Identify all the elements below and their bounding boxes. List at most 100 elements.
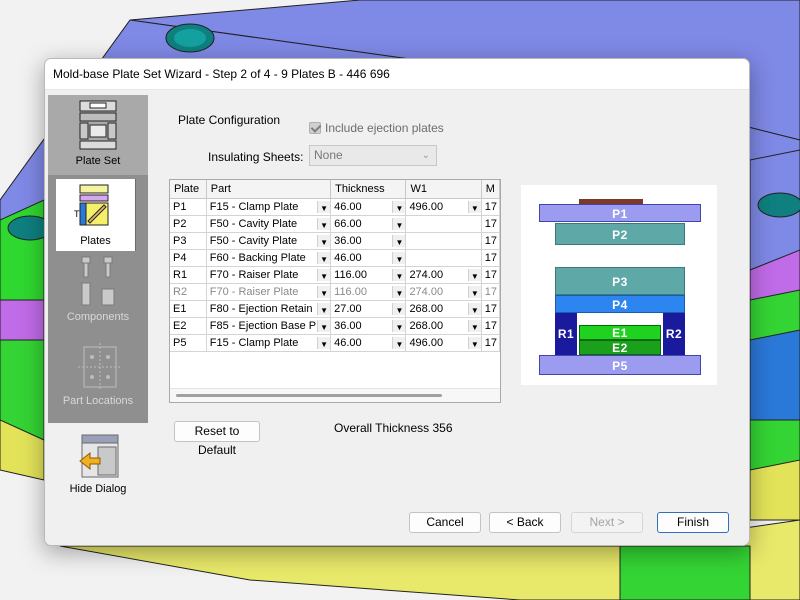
components-icon — [81, 256, 115, 306]
cell-w1[interactable]: ▼ — [405, 249, 482, 267]
column-header-plate[interactable]: Plate — [170, 180, 207, 199]
dropdown-arrow-icon[interactable]: ▼ — [392, 217, 405, 230]
plate-stack-diagram: P1 P2 P3 P4 R1 R2 E1 E2 P5 — [521, 185, 717, 385]
dropdown-arrow-icon[interactable]: ▼ — [392, 336, 405, 349]
table-row[interactable]: P5 F15 - Clamp Plate ▼ 46.00 ▼ 496.00 ▼ 17 — [170, 334, 500, 352]
dropdown-arrow-icon[interactable]: ▼ — [392, 302, 405, 315]
table-row[interactable]: P1 F15 - Clamp Plate ▼ 46.00 ▼ 496.00 ▼ 17 — [170, 198, 500, 216]
plate-e1: E1 — [579, 325, 661, 340]
dropdown-arrow-icon[interactable]: ▼ — [317, 200, 330, 213]
reset-to-default-button[interactable]: Reset to Default — [174, 421, 260, 457]
cell-plate: P3 — [170, 232, 207, 250]
plate-p4: P4 — [555, 295, 685, 313]
cell-m: 17 — [481, 249, 500, 267]
dropdown-arrow-icon[interactable]: ▼ — [317, 336, 330, 349]
cell-part[interactable]: F70 - Raiser Plate ▼ — [206, 266, 332, 284]
dropdown-arrow-icon[interactable]: ▼ — [467, 302, 481, 315]
dropdown-arrow-icon[interactable]: ▼ — [467, 319, 481, 332]
cell-m: 17 — [481, 283, 500, 301]
table-row[interactable]: R1 F70 - Raiser Plate ▼ 116.00 ▼ 274.00 ▼ 17 — [170, 266, 500, 284]
dropdown-arrow-icon[interactable]: ▼ — [317, 251, 330, 264]
column-header-part[interactable]: Part — [206, 180, 332, 199]
plate-label: R2 — [665, 327, 683, 341]
scrollbar-thumb[interactable] — [176, 394, 442, 397]
cell-thickness[interactable]: 46.00 ▼ — [330, 249, 407, 267]
cell-w1[interactable]: 268.00 ▼ — [405, 317, 482, 335]
cell-w1[interactable]: 268.00 ▼ — [405, 300, 482, 318]
next-button: Next > — [571, 512, 643, 533]
finish-button[interactable]: Finish — [657, 512, 729, 533]
cell-plate: P4 — [170, 249, 207, 267]
table-row[interactable]: E1 F80 - Ejection Retain ▼ 27.00 ▼ 268.00 ▼ 17 — [170, 300, 500, 318]
cell-thickness[interactable]: 46.00 ▼ — [330, 198, 407, 216]
back-button[interactable]: < Back — [489, 512, 561, 533]
table-row[interactable]: P3F50 - Cavity Plate▼36.00▼▼17 — [170, 232, 500, 250]
dropdown-arrow-icon[interactable]: ▼ — [317, 319, 330, 332]
sidebar-item-plates[interactable]: T Plates — [56, 179, 136, 251]
cell-plate: P2 — [170, 215, 207, 233]
section-title: Plate Configuration — [178, 113, 281, 127]
table-row[interactable]: P2F50 - Cavity Plate▼66.00▼▼17 — [170, 215, 500, 233]
horizontal-scrollbar[interactable] — [170, 388, 500, 402]
cell-thickness[interactable]: 116.00 ▼ — [330, 283, 407, 301]
cell-part[interactable]: F70 - Raiser Plate ▼ — [206, 283, 332, 301]
dropdown-arrow-icon[interactable]: ▼ — [392, 319, 405, 332]
table-row[interactable]: R2 F70 - Raiser Plate ▼ 116.00 ▼ 274.00 ▼ 17 — [170, 283, 500, 301]
dropdown-arrow-icon[interactable]: ▼ — [467, 285, 481, 298]
dropdown-arrow-icon[interactable]: ▼ — [392, 268, 405, 281]
chevron-down-icon: ⌄ — [421, 150, 430, 161]
dropdown-arrow-icon[interactable]: ▼ — [392, 200, 405, 213]
cell-thickness[interactable]: 66.00 ▼ — [330, 215, 407, 233]
sidebar-item-plate-set[interactable]: Plate Set — [48, 95, 148, 175]
dropdown-arrow-icon[interactable]: ▼ — [467, 200, 481, 213]
dropdown-arrow-icon[interactable]: ▼ — [467, 268, 481, 281]
cell-part[interactable]: F15 - Clamp Plate ▼ — [206, 198, 332, 216]
cell-thickness[interactable]: 36.00 ▼ — [330, 232, 407, 250]
sidebar-item-components: Components — [48, 253, 148, 335]
table-header: Plate Part Thickness W1 M — [170, 180, 500, 199]
cell-w1[interactable]: ▼ — [405, 232, 482, 250]
cell-m: 17 — [481, 198, 500, 216]
plate-set-icon — [79, 100, 117, 150]
cell-w1[interactable]: 274.00 ▼ — [405, 283, 482, 301]
dropdown-arrow-icon[interactable]: ▼ — [392, 251, 405, 264]
hide-dialog-button[interactable]: Hide Dialog — [63, 433, 133, 503]
dropdown-arrow-icon[interactable]: ▼ — [392, 234, 405, 247]
insulating-sheets-select[interactable]: None ⌄ — [309, 145, 437, 166]
cell-thickness[interactable]: 116.00 ▼ — [330, 266, 407, 284]
column-header-w1[interactable]: W1 — [405, 180, 482, 199]
cell-part[interactable]: F50 - Cavity Plate ▼ — [206, 215, 332, 233]
cell-part[interactable]: F60 - Backing Plate ▼ — [206, 249, 332, 267]
column-header-m[interactable]: M — [481, 180, 500, 199]
table-row[interactable]: E2 F85 - Ejection Base P ▼ 36.00 ▼ 268.00 ▼ 17 — [170, 317, 500, 335]
table-row[interactable]: P4F60 - Backing Plate▼46.00▼▼17 — [170, 249, 500, 267]
cell-w1[interactable]: 496.00 ▼ — [405, 198, 482, 216]
hide-dialog-label: Hide Dialog — [69, 483, 127, 495]
cell-part[interactable]: F15 - Clamp Plate ▼ — [206, 334, 332, 352]
overall-thickness: Overall Thickness 356 — [334, 421, 453, 435]
dropdown-arrow-icon[interactable]: ▼ — [317, 285, 330, 298]
dropdown-arrow-icon[interactable]: ▼ — [317, 302, 330, 315]
cell-part[interactable]: F50 - Cavity Plate ▼ — [206, 232, 332, 250]
column-header-thickness[interactable]: Thickness — [330, 180, 407, 199]
cell-part[interactable]: F85 - Ejection Base P ▼ — [206, 317, 332, 335]
insulating-sheets-label: Insulating Sheets: — [208, 150, 304, 164]
cell-thickness[interactable]: 27.00 ▼ — [330, 300, 407, 318]
cell-m: 17 — [481, 232, 500, 250]
dropdown-arrow-icon[interactable]: ▼ — [317, 268, 330, 281]
cell-thickness[interactable]: 46.00 ▼ — [330, 334, 407, 352]
plate-r2: R2 — [663, 313, 685, 355]
cell-w1[interactable]: 274.00 ▼ — [405, 266, 482, 284]
cell-thickness[interactable]: 36.00 ▼ — [330, 317, 407, 335]
window-title: Mold-base Plate Set Wizard - Step 2 of 4… — [45, 59, 749, 90]
plates-icon: T — [74, 184, 109, 226]
dropdown-arrow-icon[interactable]: ▼ — [392, 285, 405, 298]
cell-w1[interactable]: 496.00 ▼ — [405, 334, 482, 352]
cancel-button[interactable]: Cancel — [409, 512, 481, 533]
cell-part[interactable]: F80 - Ejection Retain ▼ — [206, 300, 332, 318]
cell-w1[interactable]: ▼ — [405, 215, 482, 233]
dropdown-arrow-icon[interactable]: ▼ — [317, 217, 330, 230]
cell-m: 17 — [481, 215, 500, 233]
dropdown-arrow-icon[interactable]: ▼ — [467, 336, 481, 349]
dropdown-arrow-icon[interactable]: ▼ — [317, 234, 330, 247]
